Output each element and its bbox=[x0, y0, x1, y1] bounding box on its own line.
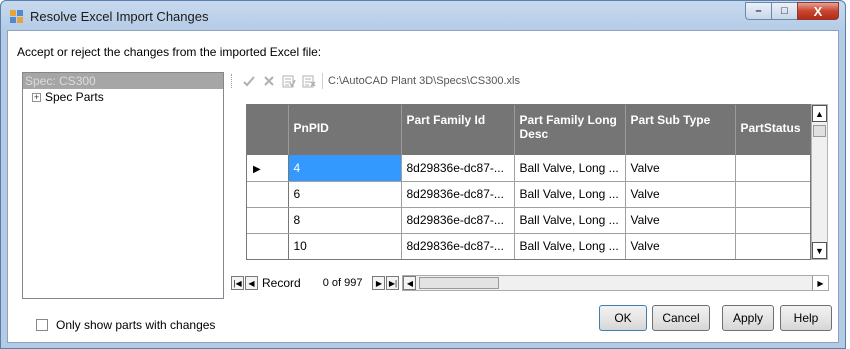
row-header-corner bbox=[247, 105, 289, 155]
row-selector[interactable] bbox=[247, 233, 289, 259]
only-changes-checkbox[interactable] bbox=[36, 319, 48, 331]
instructions-text: Accept or reject the changes from the im… bbox=[17, 45, 322, 59]
changes-table: PnPID Part Family Id Part Family Long De… bbox=[247, 105, 810, 259]
tree-header: Spec: CS300 bbox=[23, 73, 223, 89]
tree-item-spec-parts[interactable]: + Spec Parts bbox=[23, 89, 223, 105]
scroll-up-icon[interactable]: ▲ bbox=[812, 105, 827, 122]
cell-part-family-id[interactable]: 8d29836e-dc87-... bbox=[401, 155, 515, 182]
row-selector[interactable] bbox=[247, 207, 289, 234]
expand-icon[interactable]: + bbox=[32, 92, 41, 102]
horizontal-scroll-thumb[interactable] bbox=[419, 277, 500, 289]
toolbar-grip bbox=[231, 74, 234, 88]
ok-button[interactable]: OK bbox=[599, 305, 647, 331]
cell-part-sub-type[interactable]: Valve bbox=[625, 233, 736, 259]
x-icon[interactable] bbox=[260, 72, 278, 90]
record-count: 0 of 997 bbox=[322, 277, 363, 289]
cell-part-family-long-desc[interactable]: Ball Valve, Long ... bbox=[514, 181, 626, 208]
reject-all-icon[interactable] bbox=[300, 72, 318, 90]
table-header-row: PnPID Part Family Id Part Family Long De… bbox=[247, 105, 810, 155]
close-icon: X bbox=[813, 3, 823, 19]
table-row[interactable]: 6 8d29836e-dc87-... Ball Valve, Long ...… bbox=[247, 181, 810, 208]
minimize-icon: – bbox=[755, 4, 762, 17]
cell-pnpid[interactable]: 4 bbox=[288, 155, 402, 182]
caption-buttons: – □ X bbox=[745, 2, 839, 20]
cell-part-status[interactable] bbox=[735, 155, 810, 182]
vertical-scroll-thumb[interactable] bbox=[813, 125, 826, 137]
row-selector[interactable] bbox=[247, 181, 289, 208]
column-header-part-status[interactable]: PartStatus bbox=[735, 105, 810, 155]
grid-horizontal-scrollbar[interactable]: ◀ ▶ bbox=[402, 275, 829, 291]
cell-part-family-long-desc[interactable]: Ball Valve, Long ... bbox=[514, 233, 626, 259]
cell-part-status[interactable] bbox=[735, 181, 810, 208]
scroll-down-icon[interactable]: ▼ bbox=[812, 242, 827, 259]
checkmark-icon[interactable] bbox=[240, 72, 258, 90]
cell-part-sub-type[interactable]: Valve bbox=[625, 181, 736, 208]
maximize-icon: □ bbox=[781, 4, 788, 17]
changes-grid[interactable]: PnPID Part Family Id Part Family Long De… bbox=[246, 104, 811, 260]
column-header-part-sub-type[interactable]: Part Sub Type bbox=[625, 105, 736, 155]
only-changes-option[interactable]: Only show parts with changes bbox=[36, 318, 215, 332]
cell-part-sub-type[interactable]: Valve bbox=[625, 155, 736, 182]
cell-part-status[interactable] bbox=[735, 233, 810, 259]
column-header-part-family-id[interactable]: Part Family Id bbox=[401, 105, 515, 155]
cell-pnpid[interactable]: 10 bbox=[288, 233, 402, 259]
cell-part-family-long-desc[interactable]: Ball Valve, Long ... bbox=[514, 207, 626, 234]
record-navigator: |◀ ◀ Record 0 of 997 ▶ ▶| ◀ ▶ bbox=[231, 274, 829, 292]
excel-file-path: C:\AutoCAD Plant 3D\Specs\CS300.xls bbox=[328, 75, 520, 87]
cell-part-family-id[interactable]: 8d29836e-dc87-... bbox=[401, 233, 515, 259]
scroll-left-icon[interactable]: ◀ bbox=[403, 276, 417, 290]
minimize-button[interactable]: – bbox=[745, 2, 771, 20]
maximize-button[interactable]: □ bbox=[771, 2, 797, 20]
title-bar[interactable]: Resolve Excel Import Changes – □ X bbox=[1, 1, 845, 31]
table-row[interactable]: 8 8d29836e-dc87-... Ball Valve, Long ...… bbox=[247, 207, 810, 234]
accept-all-icon[interactable] bbox=[280, 72, 298, 90]
table-row[interactable]: ▶ 4 8d29836e-dc87-... Ball Valve, Long .… bbox=[247, 155, 810, 182]
last-record-icon[interactable]: ▶| bbox=[386, 276, 400, 290]
cell-part-family-id[interactable]: 8d29836e-dc87-... bbox=[401, 207, 515, 234]
help-button[interactable]: Help bbox=[780, 305, 832, 331]
current-row-icon: ▶ bbox=[253, 163, 261, 175]
cell-pnpid[interactable]: 6 bbox=[288, 181, 402, 208]
spec-tree[interactable]: Spec: CS300 + Spec Parts bbox=[22, 72, 224, 299]
cell-part-status[interactable] bbox=[735, 207, 810, 234]
cancel-button[interactable]: Cancel bbox=[652, 305, 710, 331]
scroll-right-icon[interactable]: ▶ bbox=[812, 276, 828, 290]
cell-pnpid[interactable]: 8 bbox=[288, 207, 402, 234]
apply-button[interactable]: Apply bbox=[722, 305, 774, 331]
toolbar-separator bbox=[322, 73, 323, 89]
next-record-icon[interactable]: ▶ bbox=[372, 276, 386, 290]
previous-record-icon[interactable]: ◀ bbox=[245, 276, 258, 290]
toolbar: C:\AutoCAD Plant 3D\Specs\CS300.xls bbox=[231, 71, 520, 91]
column-header-pnpid[interactable]: PnPID bbox=[288, 105, 402, 155]
cell-part-family-long-desc[interactable]: Ball Valve, Long ... bbox=[514, 155, 626, 182]
table-row[interactable]: 10 8d29836e-dc87-... Ball Valve, Long ..… bbox=[247, 233, 810, 259]
row-selector[interactable]: ▶ bbox=[247, 155, 289, 182]
first-record-icon[interactable]: |◀ bbox=[231, 276, 244, 290]
tree-item-label: Spec Parts bbox=[45, 90, 104, 104]
app-icon bbox=[10, 10, 23, 23]
only-changes-label: Only show parts with changes bbox=[56, 318, 216, 332]
window-title: Resolve Excel Import Changes bbox=[30, 9, 209, 24]
cell-part-sub-type[interactable]: Valve bbox=[625, 207, 736, 234]
close-button[interactable]: X bbox=[797, 2, 839, 20]
record-label: Record bbox=[262, 276, 301, 290]
cell-part-family-id[interactable]: 8d29836e-dc87-... bbox=[401, 181, 515, 208]
grid-vertical-scrollbar[interactable]: ▲ ▼ bbox=[811, 104, 828, 260]
column-header-part-family-long-desc[interactable]: Part Family Long Desc bbox=[514, 105, 626, 155]
